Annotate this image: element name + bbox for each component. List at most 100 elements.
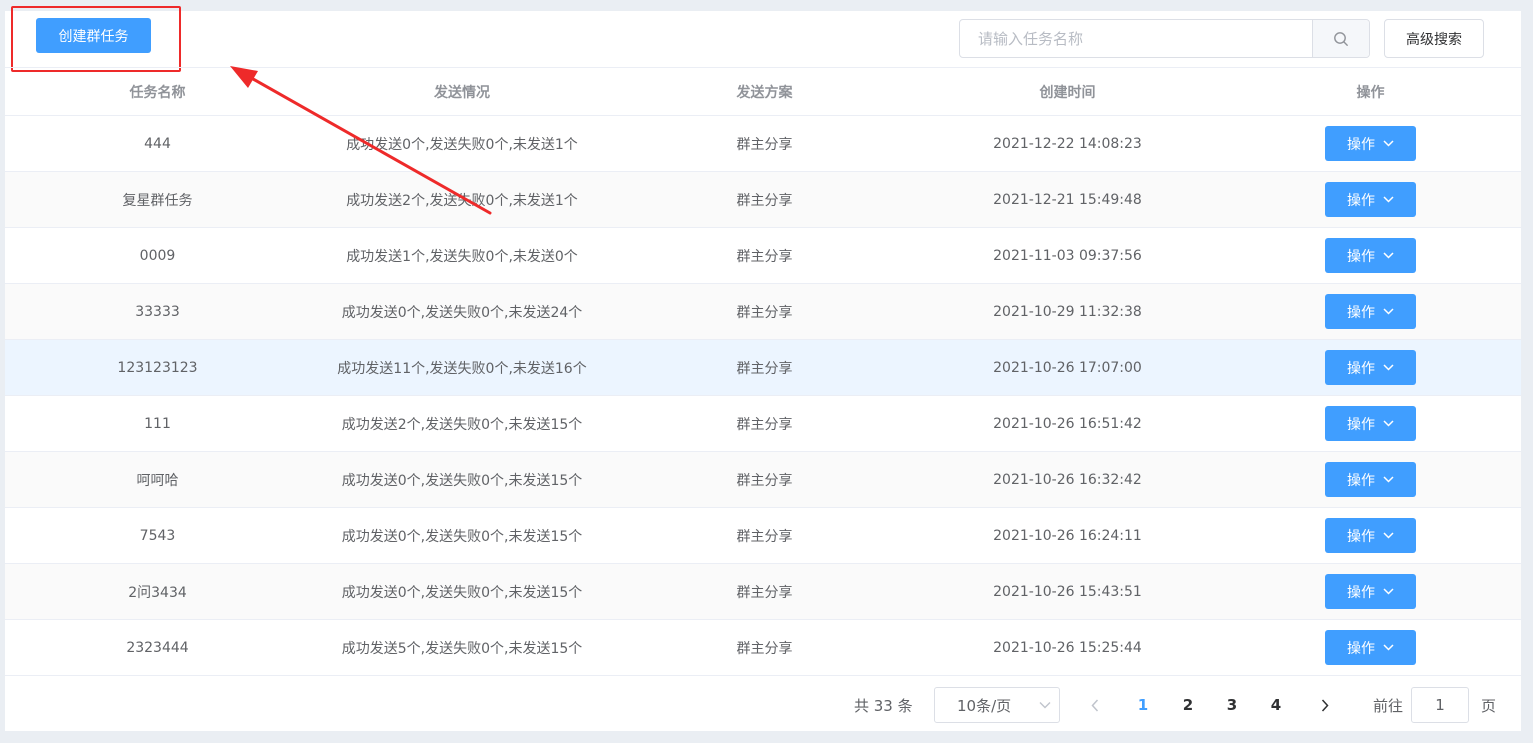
- column-header-name: 任务名称: [129, 84, 186, 101]
- table-row: 呵呵哈 成功发送0个,发送失败0个,未发送15个 群主分享 2021-10-26…: [5, 451, 1521, 508]
- chevron-down-icon: [1383, 252, 1394, 259]
- pagination: 共 33 条 10条/页 1 2 3 4 前往 页: [5, 687, 1521, 723]
- table-row: 111 成功发送2个,发送失败0个,未发送15个 群主分享 2021-10-26…: [5, 396, 1521, 452]
- cell-action: 操作: [1220, 284, 1521, 340]
- operation-dropdown-button[interactable]: 操作: [1325, 518, 1416, 553]
- task-table: 任务名称 发送情况 发送方案 创建时间 操作 444 成功发送0个,发送失败0个…: [5, 67, 1521, 676]
- page-number[interactable]: 2: [1173, 691, 1203, 719]
- cell-send-plan: 群主分享: [736, 360, 793, 377]
- search-box: [959, 19, 1370, 58]
- operation-dropdown-button[interactable]: 操作: [1325, 126, 1416, 161]
- cell-create-time: 2021-12-22 14:08:23: [993, 135, 1142, 152]
- cell-action: 操作: [1220, 452, 1521, 508]
- page-number[interactable]: 1: [1128, 691, 1158, 719]
- cell-action: 操作: [1220, 620, 1521, 676]
- chevron-down-icon: [1383, 476, 1394, 483]
- cell-send-plan: 群主分享: [736, 136, 793, 153]
- chevron-right-icon: [1321, 698, 1329, 712]
- cell-send-plan: 群主分享: [736, 528, 793, 545]
- cell-create-time: 2021-10-26 15:25:44: [993, 639, 1142, 656]
- operation-label: 操作: [1347, 360, 1375, 377]
- search-icon: [1334, 31, 1348, 46]
- chevron-down-icon: [1383, 532, 1394, 539]
- cell-task-name: 111: [144, 415, 171, 432]
- cell-send-status: 成功发送0个,发送失败0个,未发送1个: [346, 136, 578, 153]
- cell-create-time: 2021-10-26 16:51:42: [993, 415, 1142, 432]
- chevron-down-icon: [1383, 588, 1394, 595]
- page-size-select[interactable]: 10条/页: [934, 687, 1060, 723]
- cell-create-time: 2021-10-26 16:24:11: [993, 527, 1142, 544]
- cell-create-time: 2021-11-03 09:37:56: [993, 247, 1142, 264]
- cell-task-name: 复星群任务: [122, 192, 193, 209]
- cell-send-plan: 群主分享: [736, 584, 793, 601]
- cell-send-plan: 群主分享: [736, 640, 793, 657]
- operation-label: 操作: [1347, 528, 1375, 545]
- cell-action: 操作: [1220, 172, 1521, 228]
- cell-send-status: 成功发送0个,发送失败0个,未发送15个: [341, 528, 583, 545]
- cell-send-status: 成功发送2个,发送失败0个,未发送1个: [346, 192, 578, 209]
- table-row: 0009 成功发送1个,发送失败0个,未发送0个 群主分享 2021-11-03…: [5, 228, 1521, 284]
- cell-send-plan: 群主分享: [736, 192, 793, 209]
- cell-send-plan: 群主分享: [736, 304, 793, 321]
- table-header: 任务名称 发送情况 发送方案 创建时间 操作: [5, 67, 1521, 116]
- cell-task-name: 2问3434: [128, 584, 187, 601]
- operation-dropdown-button[interactable]: 操作: [1325, 238, 1416, 273]
- chevron-down-icon: [1383, 308, 1394, 315]
- table-row: 7543 成功发送0个,发送失败0个,未发送15个 群主分享 2021-10-2…: [5, 508, 1521, 564]
- cell-send-status: 成功发送5个,发送失败0个,未发送15个: [341, 640, 583, 657]
- cell-send-plan: 群主分享: [736, 416, 793, 433]
- operation-dropdown-button[interactable]: 操作: [1325, 574, 1416, 609]
- operation-dropdown-button[interactable]: 操作: [1325, 462, 1416, 497]
- page-size-value: 10条/页: [957, 696, 1012, 715]
- next-page-button[interactable]: [1310, 691, 1340, 719]
- chevron-left-icon: [1091, 698, 1099, 712]
- goto-page-input[interactable]: [1411, 687, 1469, 723]
- toolbar: 创建群任务 高级搜索: [5, 6, 1521, 72]
- cell-task-name: 7543: [139, 527, 176, 544]
- cell-send-plan: 群主分享: [736, 472, 793, 489]
- operation-dropdown-button[interactable]: 操作: [1325, 294, 1416, 329]
- chevron-down-icon: [1383, 364, 1394, 371]
- cell-task-name: 呵呵哈: [136, 472, 179, 489]
- goto-suffix: 页: [1481, 697, 1497, 715]
- prev-page-button[interactable]: [1080, 691, 1110, 719]
- cell-task-name: 33333: [135, 303, 180, 320]
- operation-dropdown-button[interactable]: 操作: [1325, 350, 1416, 385]
- page-number[interactable]: 4: [1261, 691, 1291, 719]
- search-input[interactable]: [960, 20, 1312, 57]
- cell-task-name: 123123123: [117, 359, 198, 376]
- cell-send-status: 成功发送0个,发送失败0个,未发送15个: [341, 584, 583, 601]
- table-row: 2问3434 成功发送0个,发送失败0个,未发送15个 群主分享 2021-10…: [5, 563, 1521, 620]
- goto-label: 前往: [1373, 697, 1404, 715]
- operation-label: 操作: [1347, 472, 1375, 489]
- table-row: 复星群任务 成功发送2个,发送失败0个,未发送1个 群主分享 2021-12-2…: [5, 171, 1521, 228]
- operation-dropdown-button[interactable]: 操作: [1325, 182, 1416, 217]
- cell-task-name: 444: [144, 135, 171, 152]
- cell-create-time: 2021-10-26 17:07:00: [993, 359, 1142, 376]
- operation-dropdown-button[interactable]: 操作: [1325, 630, 1416, 665]
- advanced-search-button[interactable]: 高级搜索: [1384, 19, 1484, 58]
- page-number[interactable]: 3: [1217, 691, 1247, 719]
- chevron-down-icon: [1383, 140, 1394, 147]
- cell-send-status: 成功发送1个,发送失败0个,未发送0个: [346, 248, 578, 265]
- table-row: 2323444 成功发送5个,发送失败0个,未发送15个 群主分享 2021-1…: [5, 620, 1521, 676]
- column-header-status: 发送情况: [434, 84, 490, 101]
- operation-dropdown-button[interactable]: 操作: [1325, 406, 1416, 441]
- cell-create-time: 2021-10-29 11:32:38: [993, 303, 1142, 320]
- table-row: 123123123 成功发送11个,发送失败0个,未发送16个 群主分享 202…: [5, 339, 1521, 396]
- operation-label: 操作: [1347, 192, 1375, 209]
- operation-label: 操作: [1347, 304, 1375, 321]
- cell-action: 操作: [1220, 116, 1521, 172]
- operation-label: 操作: [1347, 640, 1375, 657]
- search-button[interactable]: [1312, 20, 1369, 57]
- annotation-highlight-box: [11, 6, 181, 72]
- cell-action: 操作: [1220, 340, 1521, 396]
- cell-action: 操作: [1220, 508, 1521, 564]
- cell-send-plan: 群主分享: [736, 248, 793, 265]
- total-count: 共 33 条: [854, 697, 913, 715]
- table-row: 444 成功发送0个,发送失败0个,未发送1个 群主分享 2021-12-22 …: [5, 116, 1521, 172]
- cell-action: 操作: [1220, 564, 1521, 620]
- cell-action: 操作: [1220, 396, 1521, 452]
- cell-create-time: 2021-12-21 15:49:48: [993, 191, 1142, 208]
- operation-label: 操作: [1347, 136, 1375, 153]
